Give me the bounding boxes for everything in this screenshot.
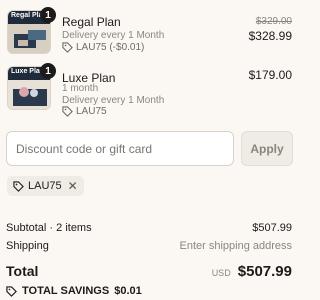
box-illustration-icon xyxy=(8,24,50,53)
total-row: Total USD $507.99 xyxy=(6,263,292,280)
thumbnail-label: Regal Pla xyxy=(11,12,43,19)
currency-code: USD xyxy=(211,268,231,278)
price-column: $329.00 $328.99 xyxy=(249,16,292,43)
box-illustration-icon xyxy=(8,80,50,109)
item-name: Regal Plan xyxy=(62,15,121,29)
shipping-row: Shipping Enter shipping address xyxy=(6,240,292,252)
remove-discount-icon[interactable]: ✕ xyxy=(68,179,78,193)
total-label: Total xyxy=(6,263,39,279)
savings-label: TOTAL SAVINGS xyxy=(22,285,110,297)
line-item: Regal Pla 1 Regal Plan Delivery every 1 … xyxy=(0,7,300,57)
applied-discount-code: LAU75 xyxy=(28,180,62,192)
item-discount: LAU75 (-$0.01) xyxy=(62,42,144,53)
subtotal-row: Subtotal · 2 items $507.99 xyxy=(6,222,292,234)
apply-discount-button[interactable]: Apply xyxy=(241,131,293,166)
item-discount-text: LAU75 xyxy=(76,106,107,117)
tag-icon xyxy=(13,180,24,192)
tag-icon xyxy=(6,285,17,297)
subtotal-label: Subtotal · 2 items xyxy=(6,222,92,234)
total-savings: TOTAL SAVINGS $0.01 xyxy=(6,285,142,297)
tag-icon xyxy=(62,42,73,53)
applied-discount-chip: LAU75 ✕ xyxy=(7,176,84,196)
discount-code-input[interactable] xyxy=(7,132,233,165)
delivery-frequency: Delivery every 1 Month xyxy=(62,30,165,41)
line-item: Luxe Pla 1 Luxe Plan 1 month Delivery ev… xyxy=(0,63,300,117)
plan-duration: 1 month xyxy=(62,83,99,94)
shipping-label: Shipping xyxy=(6,240,49,252)
thumbnail-label: Luxe Pla xyxy=(11,68,40,75)
item-price: $328.99 xyxy=(248,29,292,43)
item-discount: LAU75 xyxy=(62,106,107,117)
item-price: $179.00 xyxy=(248,68,292,82)
savings-value: $0.01 xyxy=(114,285,142,297)
quantity-badge: 1 xyxy=(40,63,56,79)
quantity-badge: 1 xyxy=(40,7,56,23)
price-column: $179.00 xyxy=(249,68,292,82)
tag-icon xyxy=(62,106,73,117)
subtotal-value: $507.99 xyxy=(252,222,292,234)
discount-field-wrapper xyxy=(6,131,234,166)
item-discount-text: LAU75 (-$0.01) xyxy=(76,42,145,53)
delivery-frequency: Delivery every 1 Month xyxy=(62,95,165,106)
original-price: $329.00 xyxy=(255,16,292,27)
total-amount: $507.99 xyxy=(237,263,292,280)
shipping-value: Enter shipping address xyxy=(179,240,292,252)
